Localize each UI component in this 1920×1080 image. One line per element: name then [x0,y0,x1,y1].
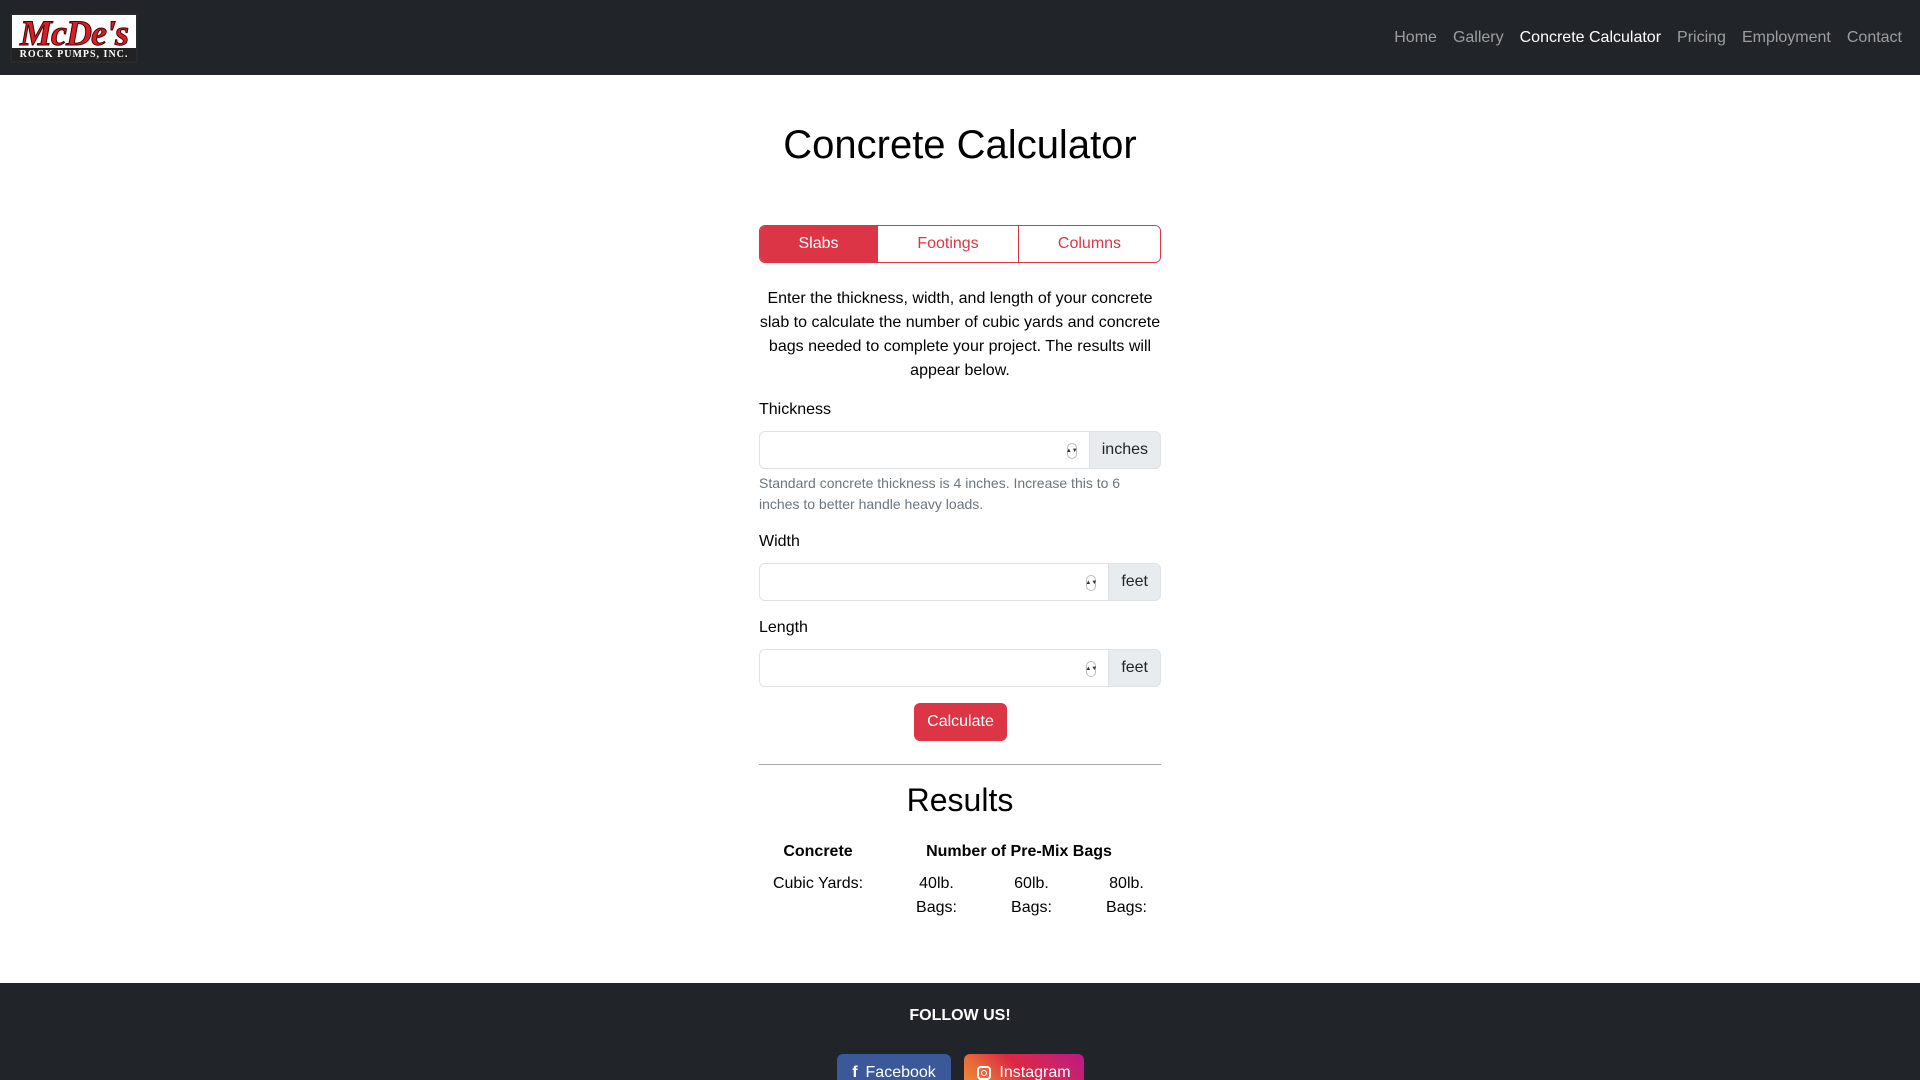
width-input[interactable]: ▲▼ [759,563,1109,601]
thickness-label: Thickness [759,401,832,418]
thickness-input[interactable]: ▲▼ [759,431,1089,469]
footer: FOLLOW US! f Facebook Instagram [0,983,1920,1080]
instagram-icon [977,1066,992,1080]
tab-footings[interactable]: Footings [877,226,1018,262]
spinner-icon[interactable]: ▲▼ [1066,443,1078,459]
length-label: Length [759,619,808,636]
length-unit: feet [1108,649,1161,687]
results-divider [759,764,1161,765]
spinner-icon[interactable]: ▲▼ [1085,661,1097,677]
calculate-button[interactable]: Calculate [914,703,1007,741]
width-label: Width [759,533,800,550]
main-nav: Home Gallery Concrete Calculator Pricing… [1386,21,1910,55]
logo-main-text: McDe's [20,12,130,53]
nav-gallery[interactable]: Gallery [1445,21,1512,55]
follow-us-heading: FOLLOW US! [909,1007,1011,1024]
thickness-unit: inches [1088,431,1161,469]
logo-sub-text: ROCK PUMPS, INC. [12,47,136,61]
main-content: Concrete Calculator Slabs Footings Colum… [0,75,1920,983]
length-input[interactable]: ▲▼ [759,649,1109,687]
facebook-button[interactable]: f Facebook [837,1054,951,1080]
navbar: McDe's ROCK PUMPS, INC. Home Gallery Con… [0,0,1920,75]
intro-text: Enter the thickness, width, and length o… [759,290,1161,379]
results-cubic-yards: Cubic Yards: [772,875,864,892]
length-input-group: ▲▼ feet [759,649,1161,687]
instagram-button[interactable]: Instagram [964,1054,1084,1080]
calculator-tabs: Slabs Footings Columns [759,225,1161,263]
nav-pricing[interactable]: Pricing [1669,21,1734,55]
results-title: Results [906,782,1014,818]
spinner-icon[interactable]: ▲▼ [1085,575,1097,591]
results-80lb-bags: 80lb. Bags: [1106,875,1147,916]
results-60lb-bags: 60lb. Bags: [1011,875,1052,916]
page-title: Concrete Calculator [783,123,1137,167]
facebook-icon: f [852,1064,858,1080]
nav-home[interactable]: Home [1386,21,1445,55]
thickness-help: Standard concrete thickness is 4 inches.… [759,475,1121,512]
tab-columns[interactable]: Columns [1018,226,1160,262]
brand-logo[interactable]: McDe's ROCK PUMPS, INC. [10,12,138,63]
nav-concrete-calculator[interactable]: Concrete Calculator [1512,21,1669,55]
results-40lb-bags: 40lb. Bags: [916,875,957,916]
results-bags-header: Number of Pre-Mix Bags [926,843,1112,860]
facebook-label: Facebook [865,1064,936,1080]
width-unit: feet [1108,563,1161,601]
instagram-label: Instagram [999,1064,1071,1080]
nav-employment[interactable]: Employment [1734,21,1839,55]
thickness-input-group: ▲▼ inches [759,431,1161,469]
results-concrete-header: Concrete [783,843,853,860]
tab-slabs[interactable]: Slabs [760,226,877,262]
nav-contact[interactable]: Contact [1839,21,1910,55]
width-input-group: ▲▼ feet [759,563,1161,601]
